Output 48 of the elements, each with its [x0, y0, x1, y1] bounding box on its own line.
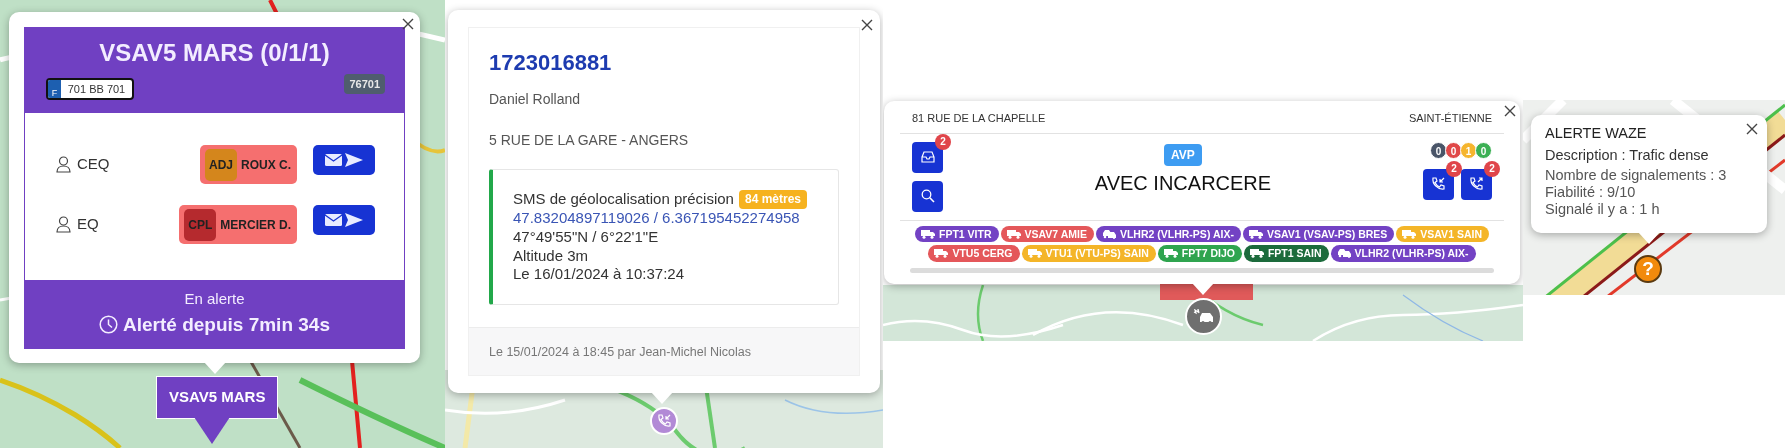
coordinates-link[interactable]: 47.83204897119026 / 6.367195452274958	[513, 209, 824, 228]
cars-icon	[1101, 228, 1116, 239]
truck-icon	[934, 248, 949, 259]
search-icon	[919, 188, 936, 204]
truck-icon	[1402, 228, 1417, 239]
incident-city: SAINT-ÉTIENNE	[1408, 111, 1492, 126]
altitude-text: Altitude 3m	[513, 246, 590, 266]
counter-dot: 0	[1475, 141, 1492, 159]
count-badge: 2	[1446, 160, 1462, 177]
scrollbar[interactable]	[910, 267, 1494, 273]
incident-code-badge: AVP	[1164, 143, 1202, 166]
phone-icon	[656, 413, 672, 429]
truck-icon	[1248, 228, 1263, 239]
close-button[interactable]	[1504, 105, 1516, 117]
counter-dot: 0	[1445, 141, 1462, 159]
truck-icon	[1006, 228, 1021, 239]
counter-dot: 0	[1430, 141, 1447, 159]
unit-tag[interactable]: VLHR2 (VLHR-PS) AIX-	[1330, 245, 1476, 262]
truck-icon	[1249, 248, 1264, 259]
footer-text: Le 15/01/2024 à 18:45 par Jean-Michel Nicolas	[489, 345, 751, 359]
counter-dot: 1	[1460, 141, 1477, 159]
unit-tag[interactable]: VSAV1 (VSAV-PS) BRES	[1242, 225, 1395, 243]
unit-tag[interactable]: VLHR2 (VLHR-PS) AIX-	[1095, 225, 1241, 243]
unit-tag[interactable]: FPT7 DIJO	[1157, 245, 1242, 262]
search-button[interactable]	[912, 180, 943, 212]
unit-tag[interactable]: VSAV7 AMIE	[1000, 225, 1094, 243]
truck-icon	[1163, 248, 1178, 259]
unit-tag[interactable]: VTU5 CERG	[928, 245, 1020, 262]
caller-address: 5 RUE DE LA GARE - ANGERS	[489, 131, 690, 150]
car-crash-icon	[1192, 308, 1215, 325]
unit-tag[interactable]: FPT1 SAIN	[1243, 245, 1329, 262]
truck-icon	[1027, 248, 1042, 259]
truck-icon	[921, 228, 935, 239]
phone-number[interactable]: 1723016881	[489, 46, 839, 79]
count-badge: 2	[1484, 160, 1500, 177]
incident-title: AVEC INCARCERE	[1094, 170, 1272, 196]
close-button[interactable]	[861, 19, 873, 31]
geolocation-label: SMS de géolocalisation précision	[513, 190, 734, 209]
caller-name: Daniel Rolland	[489, 90, 582, 109]
precision-badge: 84 mètres	[738, 190, 807, 209]
inbox-icon	[919, 149, 936, 165]
unit-tag[interactable]: FPT1 VITR	[915, 225, 999, 243]
dms-coordinates: 47°49'55"N / 6°22'1"E	[513, 227, 660, 247]
incoming-call-icon	[1430, 176, 1447, 192]
outgoing-call-icon	[1468, 176, 1485, 192]
cars-icon	[1336, 248, 1351, 259]
incident-address: 81 RUE DE LA CHAPELLE	[912, 111, 1046, 126]
geolocation-date: Le 16/01/2024 à 10:37:24	[513, 265, 685, 284]
